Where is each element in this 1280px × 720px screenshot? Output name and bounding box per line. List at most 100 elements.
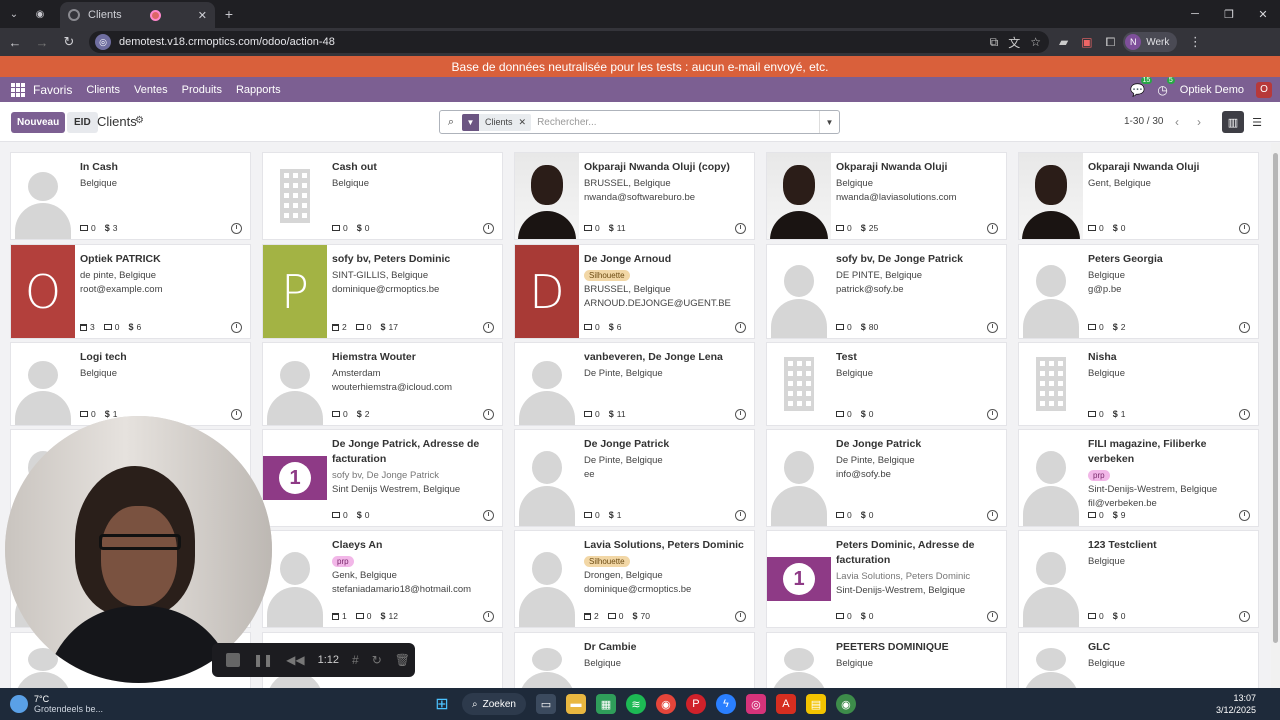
box-stat-button[interactable]: 0 (836, 322, 852, 332)
partner-card[interactable]: 123 Testclient Belgique 0 $0 (1018, 530, 1259, 628)
activity-clock-icon[interactable] (1239, 611, 1250, 622)
box-stat-button[interactable]: 0 (332, 409, 348, 419)
box-stat-button[interactable]: 0 (332, 510, 348, 520)
spotify-icon[interactable]: ≋ (625, 694, 646, 714)
box-stat-button[interactable]: 0 (607, 611, 623, 621)
app-menu-icon[interactable] (11, 82, 25, 97)
amount-stat-button[interactable]: $0 (861, 409, 874, 419)
box-stat-button[interactable]: 0 (332, 223, 348, 233)
activity-clock-icon[interactable] (735, 611, 746, 622)
amount-stat-button[interactable]: $6 (609, 322, 622, 332)
box-stat-button[interactable]: 0 (1088, 409, 1104, 419)
eid-button[interactable]: EID (67, 112, 98, 133)
partner-card[interactable]: GLC Belgique (1018, 632, 1259, 688)
sticky-notes-icon[interactable]: ▤ (805, 694, 826, 714)
activity-clock-icon[interactable] (1239, 223, 1250, 234)
start-icon[interactable]: ⊞ (432, 694, 452, 714)
activity-clock-icon[interactable] (735, 322, 746, 333)
chrome-icon[interactable]: ◉ (655, 694, 676, 714)
partner-card[interactable]: Psofy bv, Peters Dominic SINT-GILLIS, Bel… (262, 244, 503, 339)
translate-icon[interactable]: 文 (1008, 34, 1020, 51)
partner-card[interactable]: D De Jonge Arnoud Silhouette BRUSSEL, Belgi… (514, 244, 755, 339)
partner-card[interactable]: 1 De Jonge Patrick, Adresse de facturatio… (262, 429, 503, 527)
scrollbar-thumb[interactable] (1273, 153, 1278, 643)
site-info-icon[interactable]: ◎ (95, 34, 111, 50)
amount-stat-button[interactable]: $0 (357, 223, 370, 233)
partner-card[interactable]: Peters Georgia Belgique g@p.be 0 $2 (1018, 244, 1259, 339)
bookmark-star-icon[interactable]: ☆ (1030, 35, 1041, 49)
partner-card[interactable]: Okparaji Nwanda Oluji Gent, Belgique 0 $0 (1018, 152, 1259, 240)
install-app-icon[interactable]: ⧉ (990, 35, 999, 50)
amount-stat-button[interactable]: $80 (861, 322, 878, 332)
minimize-icon[interactable]: ─ (1178, 0, 1212, 28)
amount-stat-button[interactable]: $0 (1113, 611, 1126, 621)
amount-stat-button[interactable]: $25 (861, 223, 878, 233)
store-icon[interactable]: ▦ (595, 694, 616, 714)
cal-stat-button[interactable]: 3 (80, 322, 95, 332)
amount-stat-button[interactable]: $0 (1113, 223, 1126, 233)
amount-stat-button[interactable]: $70 (632, 611, 649, 621)
box-stat-button[interactable]: 0 (1088, 611, 1104, 621)
partner-card[interactable]: Nisha Belgique 0 $1 (1018, 342, 1259, 426)
close-tab-icon[interactable]: ✕ (198, 9, 207, 22)
partner-card[interactable]: Okparaji Nwanda Oluji (copy) BRUSSEL, Bel… (514, 152, 755, 240)
box-stat-button[interactable]: 0 (1088, 322, 1104, 332)
partner-card[interactable]: Logi tech Belgique 0 $1 (10, 342, 251, 426)
activity-clock-icon[interactable] (483, 223, 494, 234)
user-avatar[interactable]: O (1256, 81, 1272, 98)
activity-clock-icon[interactable] (987, 322, 998, 333)
partner-card[interactable]: Hiemstra Wouter Amsterdam wouterhiemstra@i… (262, 342, 503, 426)
taskbar-search[interactable]: ⌕ Zoeken (462, 693, 526, 715)
browser-menu-icon[interactable]: ⋮ (1183, 30, 1207, 54)
activity-clock-icon[interactable] (735, 223, 746, 234)
amount-stat-button[interactable]: $0 (861, 611, 874, 621)
profile-button[interactable]: N Werk (1123, 32, 1178, 52)
partner-card[interactable]: FILI magazine, Filiberke verbeken prp Sint… (1018, 429, 1259, 527)
browser-tab-clients[interactable]: Clients ✕ (60, 2, 215, 28)
search-input[interactable] (537, 116, 808, 128)
box-stat-button[interactable]: 0 (355, 322, 371, 332)
partner-card[interactable]: Test Belgique 0 $0 (766, 342, 1007, 426)
new-button[interactable]: Nouveau (11, 112, 66, 133)
extension-icon[interactable]: ▰ (1059, 35, 1068, 49)
activity-clock-icon[interactable] (1239, 322, 1250, 333)
search-icon[interactable]: ⌕ (440, 116, 462, 129)
activity-clock-icon[interactable] (231, 322, 242, 333)
instagram-icon[interactable]: ◎ (745, 694, 766, 714)
partner-card[interactable]: vanbeveren, De Jonge Lena De Pinte, Belgi… (514, 342, 755, 426)
address-bar[interactable]: ◎ demotest.v18.crmoptics.com/odoo/action… (89, 31, 1049, 53)
partner-card[interactable]: De Jonge Patrick De Pinte, Belgique ee 0 $1 (514, 429, 755, 527)
box-stat-button[interactable]: 0 (836, 223, 852, 233)
restore-icon[interactable]: ❐ (1212, 0, 1246, 28)
box-stat-button[interactable]: 0 (584, 322, 600, 332)
reload-icon[interactable]: ↻ (57, 30, 81, 54)
amount-stat-button[interactable]: $0 (861, 510, 874, 520)
activity-clock-icon[interactable] (735, 409, 746, 420)
box-stat-button[interactable]: 0 (1088, 223, 1104, 233)
box-stat-button[interactable]: 0 (1088, 510, 1104, 520)
kanban-scrollbar[interactable] (1271, 143, 1280, 688)
box-stat-button[interactable]: 0 (584, 409, 600, 419)
box-stat-button[interactable]: 0 (836, 510, 852, 520)
activity-clock-icon[interactable] (1239, 409, 1250, 420)
cal-stat-button[interactable]: 2 (332, 322, 347, 332)
close-window-icon[interactable]: ✕ (1246, 0, 1280, 28)
new-tab-icon[interactable]: + (217, 3, 241, 25)
tab-search-icon[interactable]: ⌄ (2, 3, 26, 25)
acrobat-icon[interactable]: A (775, 694, 796, 714)
partner-card[interactable]: PEETERS DOMINIQUE Belgique (766, 632, 1007, 688)
chrome-profile-icon[interactable]: ◉ (835, 694, 856, 714)
menu-rapports[interactable]: Rapports (236, 84, 281, 96)
activity-clock-icon[interactable] (735, 510, 746, 521)
file-explorer-icon[interactable]: ▬ (565, 694, 586, 714)
menu-produits[interactable]: Produits (182, 84, 222, 96)
list-view-icon[interactable]: ☰ (1246, 111, 1268, 133)
box-stat-button[interactable]: 0 (836, 409, 852, 419)
remove-facet-icon[interactable]: ✕ (519, 117, 532, 128)
cal-stat-button[interactable]: 2 (584, 611, 599, 621)
partner-card[interactable]: Cash out Belgique 0 $0 (262, 152, 503, 240)
amount-stat-button[interactable]: $3 (105, 223, 118, 233)
activity-clock-icon[interactable] (483, 510, 494, 521)
box-stat-button[interactable]: 0 (836, 611, 852, 621)
activity-clock-icon[interactable] (1239, 510, 1250, 521)
